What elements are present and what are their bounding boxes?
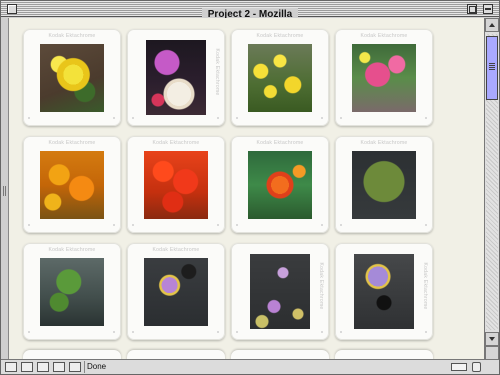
slide-label: Kodak Ektachrome: [256, 140, 304, 146]
address-book-icon[interactable]: [53, 362, 65, 372]
slide-mount[interactable]: Kodak Ektachrome: [335, 136, 433, 233]
photo-purple-water-lily: [354, 254, 414, 329]
slide-label: Kodak Ektachrome: [48, 247, 96, 253]
slide-mount[interactable]: Kodak Ektachrome: [127, 29, 225, 126]
mount-hole: [321, 331, 323, 333]
mount-hole: [28, 117, 30, 119]
mount-hole: [236, 331, 238, 333]
slide-mount[interactable]: Kodak Ektachrome: [335, 29, 433, 126]
title-bar[interactable]: Project 2 - Mozilla: [1, 1, 499, 22]
mount-hole: [113, 117, 115, 119]
page-content: Kodak Ektachrome Kodak Ektachrome Kodak …: [9, 18, 485, 360]
slide-mount[interactable]: Kodak Ektachrome: [335, 243, 433, 340]
slide-mount[interactable]: Kodak Ektachrome: [127, 136, 225, 233]
photo-yellow-daffodil: [40, 44, 104, 112]
sidebar-splitter[interactable]: [1, 18, 9, 360]
mount-hole: [340, 331, 342, 333]
mount-hole: [28, 224, 30, 226]
slide-mount[interactable]: Kodak Ektachrome: [23, 29, 121, 126]
photo-water-lily: [144, 258, 208, 326]
mount-hole: [321, 117, 323, 119]
slide-label: Kodak Ektachrome: [256, 33, 304, 39]
photo-pond-plants: [40, 258, 104, 326]
slide-label: Kodak Ektachrome: [48, 33, 96, 39]
photo-chrysanthemums: [146, 40, 206, 115]
mount-hole: [217, 331, 219, 333]
mount-hole: [321, 224, 323, 226]
slide-mount[interactable]: Kodak Ektachrome: [23, 136, 121, 233]
mount-hole: [217, 224, 219, 226]
slide-mount[interactable]: Kodak Ektachrome: [23, 243, 121, 340]
lock-icon[interactable]: [472, 362, 481, 372]
mount-hole: [217, 117, 219, 119]
slide-mount[interactable]: Kodak Ektachrome: [231, 243, 329, 340]
chat-icon[interactable]: [69, 362, 81, 372]
scroll-down-arrow-secondary-icon[interactable]: [485, 346, 499, 360]
mount-hole: [236, 224, 238, 226]
mount-hole: [132, 117, 134, 119]
slide-label: Kodak Ektachrome: [152, 140, 200, 146]
scroll-thumb[interactable]: [486, 36, 498, 100]
composer-icon[interactable]: [37, 362, 49, 372]
slide-label: Kodak Ektachrome: [152, 247, 200, 253]
navigator-icon[interactable]: [5, 362, 17, 372]
photo-hyacinths: [352, 44, 416, 112]
mount-hole: [28, 331, 30, 333]
mount-hole: [113, 224, 115, 226]
browser-window: Project 2 - Mozilla Kodak Ektachrome Kod…: [0, 0, 500, 375]
photo-lily-pads: [352, 151, 416, 219]
status-divider: [84, 361, 85, 373]
progress-indicator: [451, 363, 467, 371]
vertical-scrollbar[interactable]: [484, 18, 499, 360]
photo-daffodils: [248, 44, 312, 112]
slide-mount[interactable]: Kodak Ektachrome: [127, 243, 225, 340]
slide-label: Kodak Ektachrome: [214, 48, 220, 96]
mount-hole: [113, 331, 115, 333]
mail-icon[interactable]: [21, 362, 33, 372]
slide-mount[interactable]: Kodak Ektachrome: [231, 29, 329, 126]
slide-label: Kodak Ektachrome: [422, 262, 428, 310]
status-text: Done: [87, 362, 107, 371]
scroll-down-arrow-icon[interactable]: [485, 332, 499, 346]
photo-red-flowers: [144, 151, 208, 219]
slide-label: Kodak Ektachrome: [318, 262, 324, 310]
photo-zinnias: [248, 151, 312, 219]
scroll-up-arrow-icon[interactable]: [485, 18, 499, 32]
mount-hole: [340, 117, 342, 119]
slide-label: Kodak Ektachrome: [360, 140, 408, 146]
mount-hole: [236, 117, 238, 119]
mount-hole: [425, 331, 427, 333]
mount-hole: [132, 224, 134, 226]
mount-hole: [340, 224, 342, 226]
mount-hole: [425, 117, 427, 119]
mount-hole: [132, 331, 134, 333]
slide-label: Kodak Ektachrome: [48, 140, 96, 146]
status-bar: Done: [1, 359, 499, 374]
photo-pond-lilies: [250, 254, 310, 329]
collapse-box-icon[interactable]: [483, 4, 493, 14]
grip-icon: [3, 186, 6, 196]
mount-hole: [425, 224, 427, 226]
slide-mount[interactable]: Kodak Ektachrome: [231, 136, 329, 233]
photo-orange-flowers: [40, 151, 104, 219]
zoom-box-icon[interactable]: [467, 4, 477, 14]
slide-label: Kodak Ektachrome: [360, 33, 408, 39]
